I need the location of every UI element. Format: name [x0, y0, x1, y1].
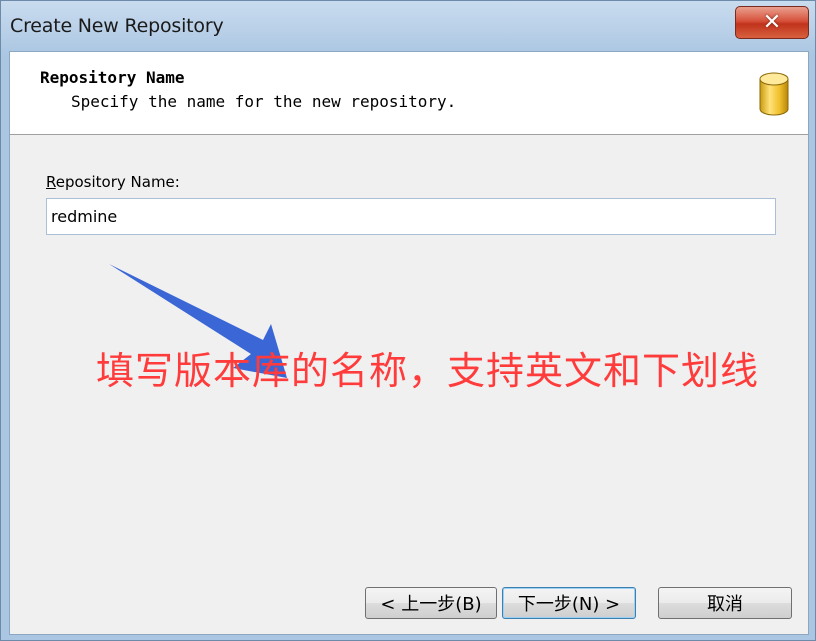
annotation-text: 填写版本库的名称，支持英文和下划线	[96, 349, 760, 393]
database-icon	[759, 72, 789, 116]
label-accelerator: R	[46, 173, 56, 191]
next-button[interactable]: 下一步(N) >	[502, 587, 636, 619]
label-text: epository Name:	[55, 173, 180, 191]
repository-name-input[interactable]	[46, 198, 776, 235]
title-bar[interactable]: Create New Repository ✕	[1, 1, 815, 51]
close-button[interactable]: ✕	[735, 6, 809, 39]
close-icon: ✕	[762, 9, 782, 35]
wizard-header: Repository Name Specify the name for the…	[10, 52, 808, 135]
cancel-button[interactable]: 取消	[658, 587, 792, 619]
dialog-body: Repository Name Specify the name for the…	[9, 51, 809, 635]
dialog-window: Create New Repository ✕ Repository Name …	[0, 0, 816, 641]
repository-name-label: Repository Name:	[46, 173, 180, 191]
page-title: Repository Name	[40, 68, 185, 87]
page-subtitle: Specify the name for the new repository.	[71, 92, 457, 111]
window-title: Create New Repository	[10, 15, 224, 37]
back-button[interactable]: < 上一步(B)	[365, 587, 497, 619]
